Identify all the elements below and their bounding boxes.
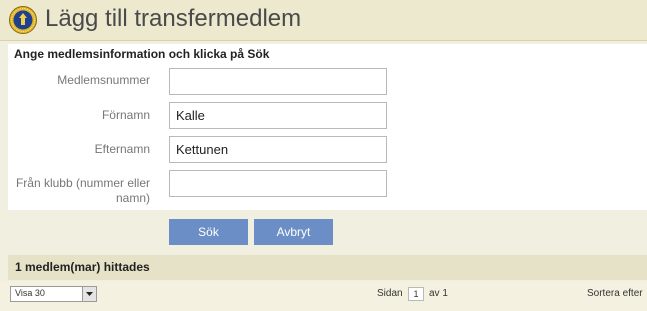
pager-row	[0, 281, 647, 311]
member-number-input[interactable]	[169, 68, 387, 95]
page-size-select[interactable]: Visa 30	[10, 286, 97, 302]
page-label: Sidan	[377, 288, 403, 299]
page-title: Lägg till transfermedlem	[45, 5, 302, 32]
sort-label[interactable]: Sortera efter	[587, 288, 643, 299]
search-button[interactable]: Sök	[169, 219, 248, 245]
last-name-input[interactable]	[169, 136, 387, 163]
first-name-label: Förnamn	[101, 108, 150, 122]
page-of-label: av 1	[429, 288, 448, 299]
last-name-label: Efternamn	[94, 142, 150, 156]
page-size-value: Visa 30	[15, 288, 45, 298]
chevron-down-icon[interactable]	[82, 287, 96, 301]
lions-logo-icon	[9, 6, 37, 34]
page-number-input[interactable]: 1	[408, 287, 424, 301]
cancel-button[interactable]: Avbryt	[254, 219, 333, 245]
form-instruction: Ange medlemsinformation och klicka på Sö…	[14, 47, 270, 61]
first-name-input[interactable]	[169, 102, 387, 129]
from-club-input[interactable]	[169, 170, 387, 197]
member-number-label: Medlemsnummer	[57, 73, 150, 87]
from-club-label: Från klubb (nummer eller namn)	[15, 176, 150, 205]
results-summary: 1 medlem(mar) hittades	[15, 260, 150, 274]
